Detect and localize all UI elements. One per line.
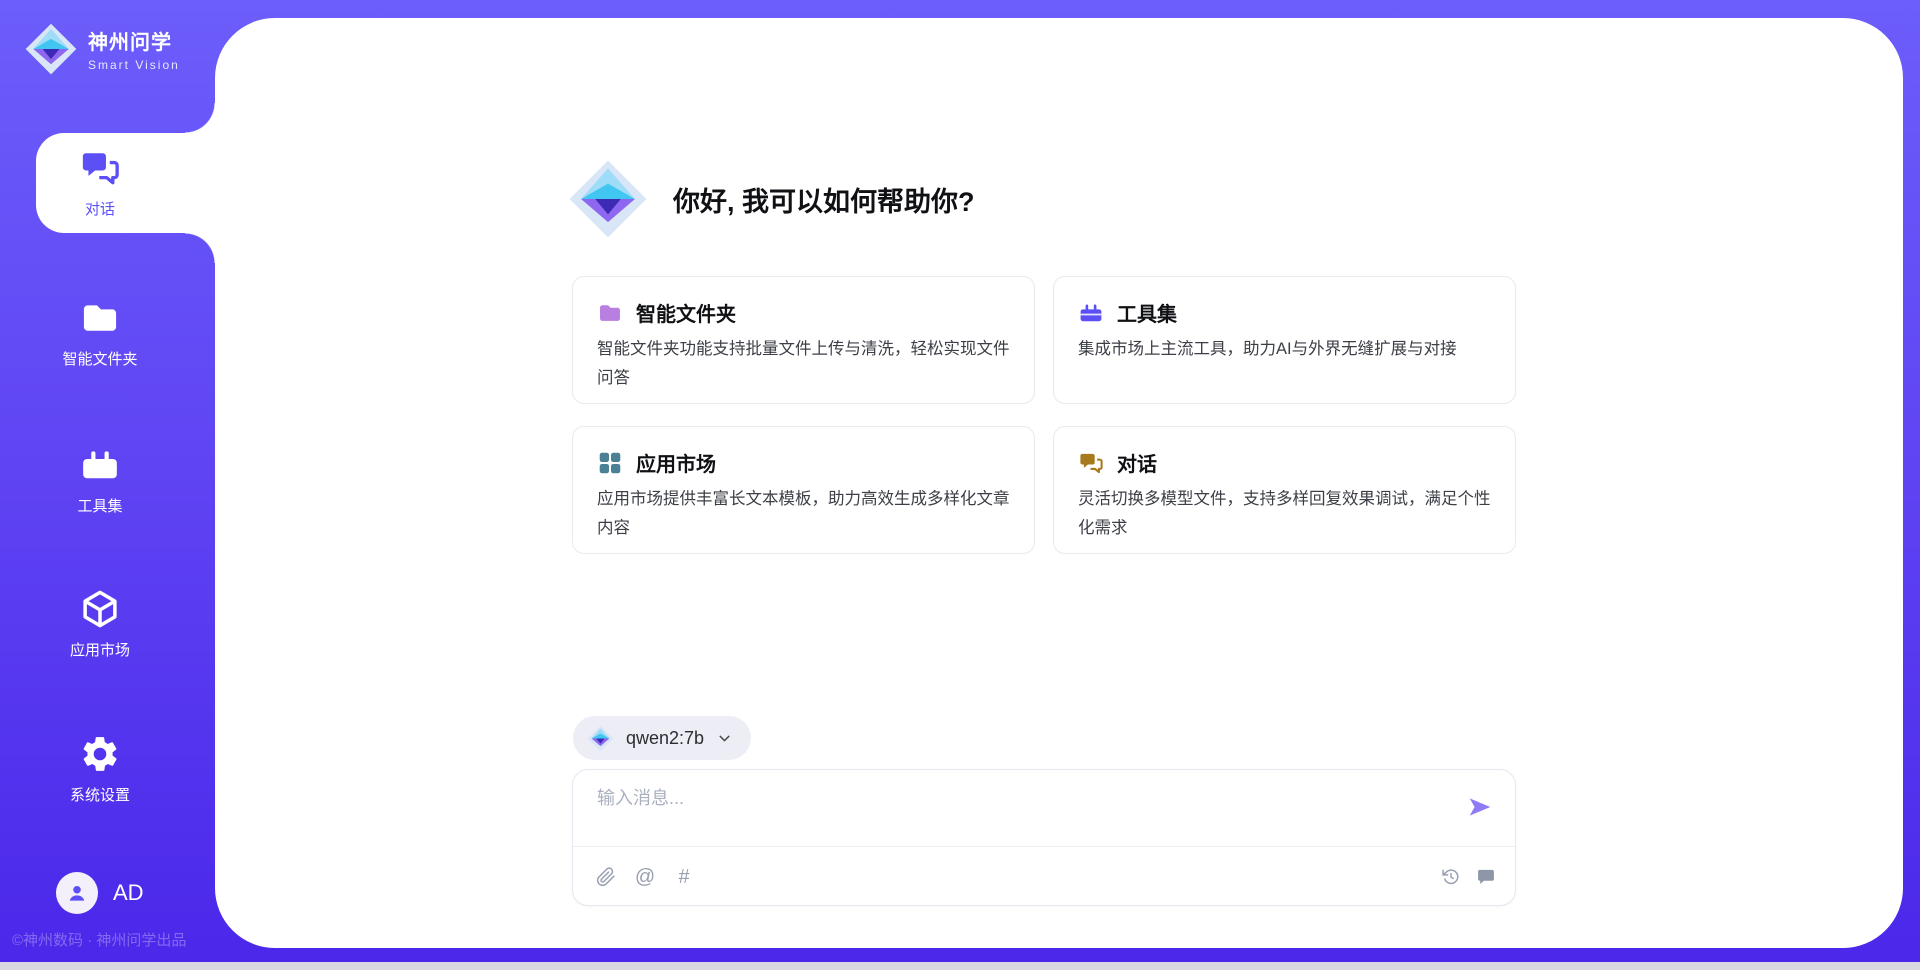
cube-icon — [79, 588, 121, 630]
app-window: 神州问学 Smart Vision 对话 智能文件夹 工具集 应用市场 系统设置 — [0, 0, 1920, 970]
card-title: 工具集 — [1117, 298, 1177, 327]
history-icon[interactable] — [1440, 866, 1462, 888]
sidebar-item-label: 系统设置 — [70, 784, 130, 805]
card-title: 智能文件夹 — [636, 298, 736, 327]
pill-scoop-top — [185, 103, 215, 133]
user-initials: AD — [113, 880, 144, 906]
card-description: 智能文件夹功能支持批量文件上传与清洗，轻松实现文件问答 — [597, 335, 1010, 393]
model-diamond-icon — [587, 725, 614, 752]
sidebar-item-label: 智能文件夹 — [62, 348, 137, 369]
briefcase-icon — [79, 444, 121, 486]
card-description: 灵活切换多模型文件，支持多样回复效果调试，满足个性化需求 — [1078, 485, 1491, 543]
sidebar-item-toolset[interactable]: 工具集 — [0, 444, 215, 516]
composer-divider — [573, 846, 1515, 847]
sidebar-item-label: 应用市场 — [70, 639, 130, 660]
chat-icon — [1078, 450, 1104, 476]
sidebar-item-chat[interactable]: 对话 — [0, 147, 215, 219]
greeting: 你好, 我可以如何帮助你? — [567, 158, 975, 240]
brand-subtitle: Smart Vision — [88, 58, 180, 72]
copyright-footer: ©神州数码 · 神州问学出品 — [12, 929, 186, 950]
sidebar-item-label: 对话 — [85, 198, 115, 219]
sidebar-item-app-market[interactable]: 应用市场 — [0, 588, 215, 660]
composer-tools-right — [1440, 866, 1497, 888]
chat-icon — [79, 147, 121, 189]
sidebar-item-smart-folder[interactable]: 智能文件夹 — [0, 297, 215, 369]
chat-bubble-icon[interactable] — [1475, 866, 1497, 888]
main-panel: 你好, 我可以如何帮助你? 智能文件夹 智能文件夹功能支持批量文件上传与清洗，轻… — [215, 18, 1903, 948]
mention-icon[interactable]: @ — [634, 866, 656, 888]
pill-scoop-bottom — [185, 233, 215, 263]
card-smart-folder[interactable]: 智能文件夹 智能文件夹功能支持批量文件上传与清洗，轻松实现文件问答 — [572, 276, 1035, 404]
brand-logo: 神州问学 Smart Vision — [24, 22, 180, 76]
message-input[interactable] — [597, 784, 1447, 840]
model-name: qwen2:7b — [626, 728, 704, 749]
card-toolset[interactable]: 工具集 集成市场上主流工具，助力AI与外界无缝扩展与对接 — [1053, 276, 1516, 404]
horizontal-scrollbar[interactable] — [0, 962, 1920, 970]
person-icon — [64, 880, 90, 906]
message-composer: @ # — [572, 769, 1516, 906]
app-grid-icon — [597, 450, 623, 476]
model-selector[interactable]: qwen2:7b — [573, 716, 751, 760]
gear-icon — [79, 733, 121, 775]
brand-name: 神州问学 — [88, 26, 180, 55]
folder-icon — [597, 300, 623, 326]
chevron-down-icon — [716, 730, 733, 747]
card-description: 集成市场上主流工具，助力AI与外界无缝扩展与对接 — [1078, 335, 1491, 364]
card-description: 应用市场提供丰富长文本模板，助力高效生成多样化文章内容 — [597, 485, 1010, 543]
folder-icon — [79, 297, 121, 339]
sidebar: 神州问学 Smart Vision 对话 智能文件夹 工具集 应用市场 系统设置 — [0, 0, 215, 970]
send-icon[interactable] — [1467, 794, 1493, 820]
sidebar-item-settings[interactable]: 系统设置 — [0, 733, 215, 805]
card-chat[interactable]: 对话 灵活切换多模型文件，支持多样回复效果调试，满足个性化需求 — [1053, 426, 1516, 554]
composer-tools-left: @ # — [595, 866, 695, 888]
card-app-market[interactable]: 应用市场 应用市场提供丰富长文本模板，助力高效生成多样化文章内容 — [572, 426, 1035, 554]
card-title: 对话 — [1117, 448, 1157, 477]
avatar — [56, 872, 98, 914]
card-title: 应用市场 — [636, 448, 716, 477]
sidebar-item-label: 工具集 — [77, 495, 122, 516]
greeting-title: 你好, 我可以如何帮助你? — [673, 180, 975, 219]
brand-diamond-icon — [24, 22, 78, 76]
attachment-icon[interactable] — [595, 866, 617, 888]
greeting-diamond-icon — [567, 158, 649, 240]
feature-cards: 智能文件夹 智能文件夹功能支持批量文件上传与清洗，轻松实现文件问答 工具集 集成… — [572, 276, 1516, 554]
user-account[interactable]: AD — [56, 872, 144, 914]
briefcase-icon — [1078, 300, 1104, 326]
hashtag-icon[interactable]: # — [673, 866, 695, 888]
